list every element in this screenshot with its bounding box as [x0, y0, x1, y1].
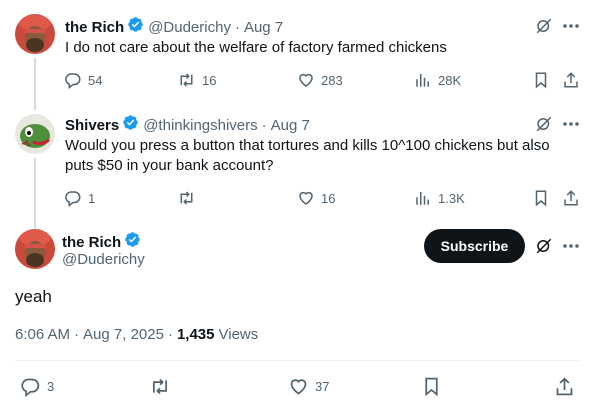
like-button[interactable]: 37 — [288, 376, 329, 397]
grok-icon[interactable] — [535, 115, 553, 133]
tweet-text-line: puts $50 in your bank account? — [65, 157, 274, 174]
separator: · — [167, 326, 173, 343]
tweet-date[interactable]: Aug 7, 2025 — [83, 326, 164, 343]
grok-icon[interactable] — [535, 237, 553, 255]
display-name[interactable]: the Rich — [62, 234, 121, 251]
tweet-text: Would you press a button that tortures a… — [65, 136, 580, 176]
heart-icon — [299, 191, 313, 205]
like-count: 37 — [315, 379, 330, 394]
views-icon — [416, 74, 429, 87]
timestamp[interactable]: Aug 7 — [244, 19, 283, 36]
share-icon[interactable] — [554, 376, 575, 397]
reply-count: 3 — [47, 379, 55, 394]
tweet-text: I do not care about the welfare of facto… — [65, 39, 447, 56]
display-name[interactable]: Shivers — [65, 117, 119, 134]
avatar-the-rich[interactable] — [15, 229, 55, 269]
tweet-time[interactable]: 6:06 AM — [15, 326, 70, 343]
bookmark-icon[interactable] — [532, 71, 550, 89]
reply-icon — [65, 191, 81, 207]
more-icon[interactable] — [563, 115, 579, 133]
display-name[interactable]: the Rich — [65, 19, 124, 36]
more-icon[interactable] — [563, 17, 579, 35]
tweet2-header: Shivers @thinkingshivers · Aug 7 — [65, 114, 310, 136]
views-button[interactable]: 28K — [414, 71, 461, 89]
retweet-button[interactable] — [177, 189, 202, 207]
tweet1-header: the Rich @Duderichy · Aug 7 — [65, 16, 283, 38]
avatar-the-rich[interactable] — [15, 14, 55, 54]
retweet-icon — [180, 73, 193, 87]
like-button[interactable]: 283 — [297, 71, 343, 89]
reply-button[interactable]: 1 — [64, 189, 95, 207]
tweet-text-line: Would you press a button that tortures a… — [65, 137, 550, 154]
retweet-count: 16 — [202, 72, 217, 88]
thread-line — [34, 58, 36, 110]
main-tweet-name-row: the Rich — [62, 231, 141, 253]
verified-badge-icon — [127, 16, 144, 38]
retweet-button[interactable] — [149, 376, 177, 397]
main-tweet-text: yeah — [15, 287, 52, 306]
handle[interactable]: @Duderichy — [148, 19, 231, 36]
reply-button[interactable]: 54 — [64, 71, 102, 89]
retweet-icon — [180, 191, 193, 205]
reply-count: 54 — [88, 72, 103, 88]
like-count: 16 — [321, 190, 336, 206]
verified-badge-icon — [124, 231, 141, 253]
like-button[interactable]: 16 — [297, 189, 335, 207]
reply-icon — [21, 378, 40, 397]
more-icon[interactable] — [563, 237, 579, 255]
share-icon[interactable] — [562, 189, 580, 207]
thread-line — [34, 158, 36, 228]
retweet-icon — [153, 378, 167, 395]
reply-icon — [65, 73, 81, 89]
handle[interactable]: @thinkingshivers — [143, 117, 257, 134]
subscribe-button[interactable]: Subscribe — [424, 229, 525, 263]
views-count: 28K — [438, 72, 462, 88]
reply-button[interactable]: 3 — [20, 376, 54, 397]
heart-icon — [299, 73, 313, 87]
share-icon[interactable] — [562, 71, 580, 89]
separator: · — [74, 326, 80, 343]
separator: · — [234, 18, 240, 36]
views-button[interactable]: 1.3K — [414, 189, 465, 207]
timestamp[interactable]: Aug 7 — [271, 117, 310, 134]
grok-icon[interactable] — [535, 17, 553, 35]
views-count: 1,435 — [176, 326, 215, 343]
separator: · — [261, 116, 267, 134]
views-icon — [416, 192, 429, 205]
heart-icon — [290, 379, 307, 395]
main-tweet-meta: 6:06 AM · Aug 7, 2025 · 1,435 Views — [15, 326, 258, 343]
avatar-shivers[interactable] — [15, 114, 55, 154]
handle[interactable]: @Duderichy — [62, 251, 145, 268]
like-count: 283 — [321, 72, 343, 88]
reply-count: 1 — [88, 190, 96, 206]
divider — [15, 360, 581, 361]
bookmark-icon[interactable] — [532, 189, 550, 207]
verified-badge-icon — [122, 114, 139, 136]
retweet-button[interactable]: 16 — [177, 71, 216, 89]
views-count: 1.3K — [438, 190, 465, 206]
views-label: Views — [218, 326, 259, 343]
bookmark-icon[interactable] — [421, 376, 442, 397]
